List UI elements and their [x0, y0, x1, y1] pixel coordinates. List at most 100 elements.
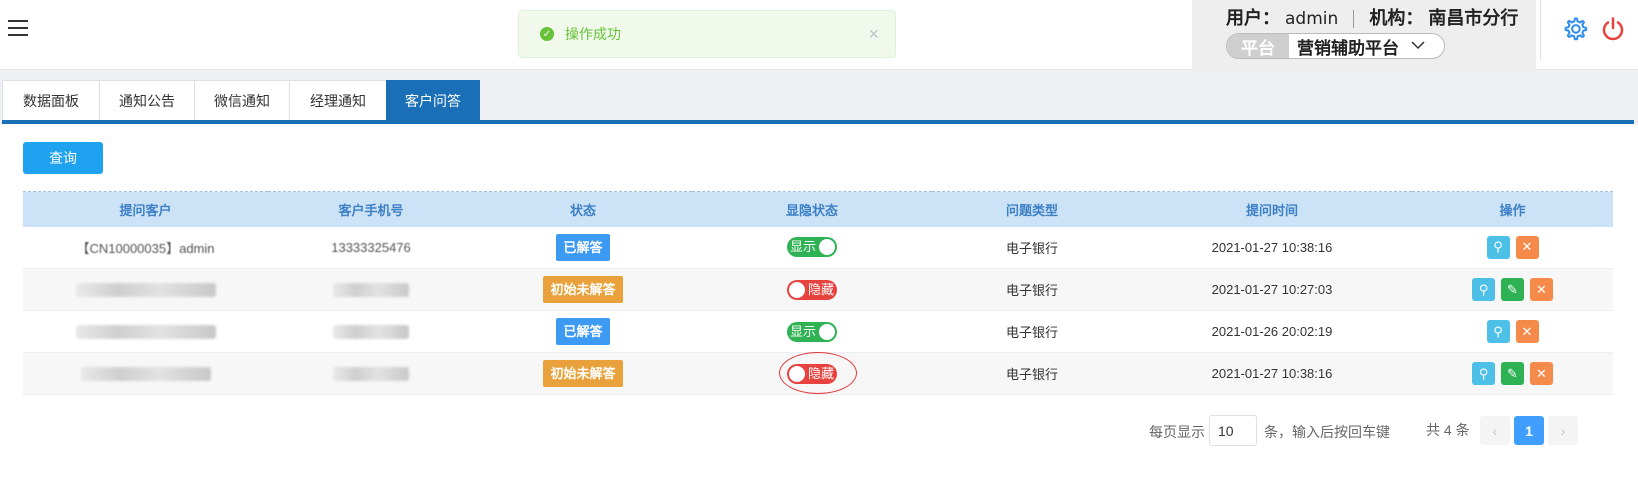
- toast-close-icon[interactable]: ×: [868, 24, 879, 45]
- power-icon[interactable]: [1600, 16, 1626, 42]
- redacted-phone: [333, 367, 409, 382]
- table-row: 已解答 显示 电子银行 2021-01-26 20:02:19 ⚲ ✕: [23, 310, 1613, 353]
- tab-dashboard[interactable]: 数据面板: [2, 80, 100, 121]
- customer-phone: 13333325476: [331, 239, 411, 255]
- cell-customer: [23, 352, 268, 395]
- toast-message: 操作成功: [565, 26, 621, 42]
- delete-button[interactable]: ✕: [1515, 320, 1539, 343]
- redacted-customer: [75, 325, 216, 340]
- redacted-phone: [333, 283, 409, 298]
- col-actions: 操作: [1412, 191, 1613, 227]
- cell-time: 2021-01-27 10:38:16: [1132, 226, 1412, 269]
- page-size-input[interactable]: [1209, 415, 1257, 446]
- toggle-label: 显示: [790, 323, 817, 339]
- org-value: 南昌市分行: [1428, 8, 1519, 28]
- redacted-phone: [333, 325, 409, 340]
- cell-actions: ⚲ ✎ ✕: [1412, 268, 1613, 311]
- header: ✓ 操作成功 × 用户： admin 机构： 南昌市分行 平台 营销辅助平台: [0, 0, 1638, 70]
- delete-button[interactable]: ✕: [1515, 235, 1539, 259]
- table-row: 初始未解答 隐藏 电子银行 2021-01-27 10:38:16 ⚲ ✎ ✕: [23, 351, 1613, 395]
- col-time: 提问时间: [1132, 191, 1412, 227]
- edit-button[interactable]: ✎: [1501, 362, 1524, 385]
- toggle-label: 隐藏: [807, 281, 834, 297]
- cell-question-type: 电子银行: [932, 352, 1132, 395]
- user-value: admin: [1285, 9, 1339, 29]
- divider: [1353, 10, 1355, 29]
- platform-select[interactable]: 平台 营销辅助平台: [1226, 33, 1445, 59]
- toggle-label: 隐藏: [807, 365, 834, 381]
- delete-button[interactable]: ✕: [1530, 278, 1553, 301]
- user-panel: 用户： admin 机构： 南昌市分行 平台 营销辅助平台: [1192, 0, 1536, 70]
- redacted-customer: [75, 283, 216, 298]
- cell-phone: [268, 310, 474, 353]
- user-info: 用户： admin 机构： 南昌市分行: [1226, 4, 1518, 30]
- cell-visibility: 隐藏: [692, 351, 932, 395]
- cell-phone: [268, 268, 474, 311]
- cell-customer: [23, 310, 268, 353]
- edit-button[interactable]: ✎: [1501, 278, 1524, 301]
- success-toast: ✓ 操作成功 ×: [518, 10, 896, 58]
- page-size-hint: 条，输入后按回车键: [1264, 424, 1390, 440]
- view-button[interactable]: ⚲: [1486, 320, 1510, 343]
- view-button[interactable]: ⚲: [1472, 278, 1495, 301]
- col-visibility: 显隐状态: [692, 191, 932, 227]
- cell-status: 初始未解答: [474, 352, 692, 395]
- user-label: 用户：: [1226, 8, 1280, 28]
- cell-status: 初始未解答: [474, 268, 692, 311]
- visibility-toggle[interactable]: 显示: [787, 321, 837, 342]
- cell-phone: 13333325476: [268, 226, 474, 269]
- status-badge: 初始未解答: [543, 360, 623, 387]
- table-header-row: 提问客户 客户手机号 状态 显隐状态 问题类型 提问时间 操作: [23, 191, 1613, 227]
- cell-time: 2021-01-27 10:38:16: [1132, 352, 1412, 395]
- col-customer: 提问客户: [23, 191, 268, 227]
- tab-customer-qa[interactable]: 客户问答: [386, 80, 480, 121]
- cell-visibility: 隐藏: [692, 268, 932, 311]
- col-phone: 客户手机号: [268, 191, 474, 227]
- menu-icon[interactable]: [8, 20, 28, 38]
- page-1-button[interactable]: 1: [1514, 416, 1544, 445]
- prev-page-button[interactable]: ‹: [1480, 416, 1510, 445]
- cell-question-type: 电子银行: [932, 226, 1132, 269]
- visibility-toggle[interactable]: 显示: [787, 237, 837, 258]
- next-page-button[interactable]: ›: [1548, 416, 1578, 445]
- cell-customer: [23, 268, 268, 311]
- status-badge: 已解答: [556, 318, 610, 345]
- cell-status: 已解答: [474, 310, 692, 353]
- tab-manager-notice[interactable]: 经理通知: [289, 80, 387, 121]
- delete-button[interactable]: ✕: [1530, 362, 1553, 385]
- tab-wechat-notice[interactable]: 微信通知: [194, 80, 290, 121]
- toggle-label: 显示: [790, 239, 817, 255]
- divider: [1540, 0, 1541, 60]
- qa-table: 提问客户 客户手机号 状态 显隐状态 问题类型 提问时间 操作 【CN10000…: [23, 191, 1613, 395]
- view-button[interactable]: ⚲: [1486, 235, 1510, 259]
- cell-visibility: 显示: [692, 310, 932, 353]
- status-badge: 已解答: [556, 233, 610, 261]
- table-row: 【CN10000035】admin 13333325476 已解答 显示 电子银…: [23, 226, 1613, 269]
- tab-bar: 数据面板 通知公告 微信通知 经理通知 客户问答: [0, 70, 1638, 125]
- col-question-type: 问题类型: [932, 191, 1132, 227]
- visibility-toggle[interactable]: 隐藏: [779, 351, 857, 394]
- cell-phone: [268, 352, 474, 395]
- org-label: 机构：: [1369, 8, 1424, 28]
- redacted-customer: [80, 367, 211, 382]
- tab-announcements[interactable]: 通知公告: [99, 80, 195, 121]
- gear-icon[interactable]: [1562, 16, 1588, 42]
- cell-status: 已解答: [474, 226, 692, 269]
- visibility-toggle[interactable]: 隐藏: [787, 279, 837, 300]
- cell-customer: 【CN10000035】admin: [23, 226, 268, 269]
- cell-time: 2021-01-27 10:27:03: [1132, 268, 1412, 311]
- cell-actions: ⚲ ✎ ✕: [1412, 352, 1613, 395]
- cell-visibility: 显示: [692, 226, 932, 269]
- col-status: 状态: [474, 191, 692, 227]
- view-button[interactable]: ⚲: [1472, 362, 1495, 385]
- pagination: 每页显示 条，输入后按回车键 共 4 条 ‹ 1 ›: [2, 414, 1634, 446]
- per-page-label: 每页显示: [1149, 424, 1205, 440]
- check-circle-icon: ✓: [540, 27, 554, 41]
- cell-actions: ⚲ ✕: [1412, 226, 1613, 269]
- query-button[interactable]: 查询: [23, 142, 103, 174]
- table-row: 初始未解答 隐藏 电子银行 2021-01-27 10:27:03 ⚲ ✎ ✕: [23, 268, 1613, 311]
- status-badge: 初始未解答: [543, 276, 623, 303]
- cell-question-type: 电子银行: [932, 310, 1132, 353]
- cell-time: 2021-01-26 20:02:19: [1132, 310, 1412, 353]
- cell-actions: ⚲ ✕: [1412, 310, 1613, 353]
